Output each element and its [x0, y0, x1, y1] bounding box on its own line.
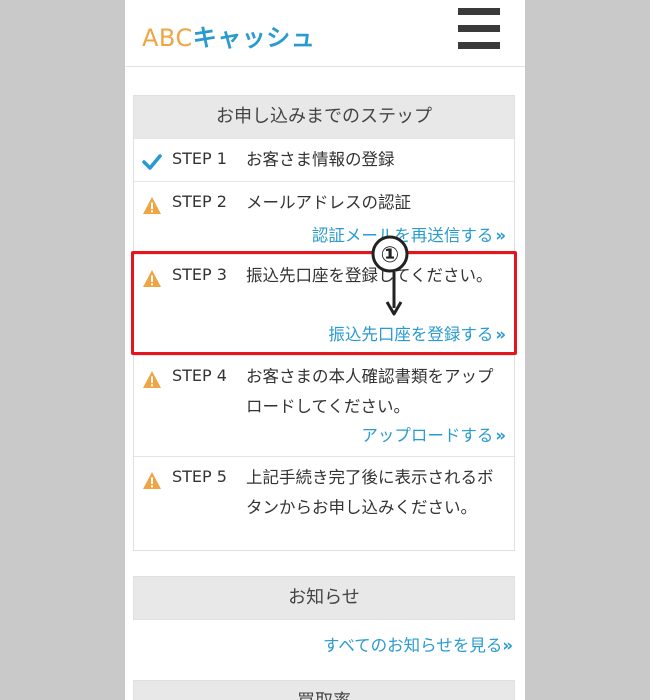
hamburger-menu-icon[interactable]	[458, 8, 500, 50]
step-row-2: STEP 2 メールアドレスの認証 認証メールを再送信する»	[134, 181, 514, 254]
step-text: お客さまの本人確認書類をアップロードしてください。	[246, 367, 494, 416]
logo-abc: ABC	[142, 24, 193, 52]
step-number-badge: ①	[371, 235, 409, 273]
step-label: STEP 1	[172, 149, 227, 168]
register-bank-account-link[interactable]: 振込先口座を登録する»	[328, 321, 506, 345]
steps-panel-title: お申し込みまでのステップ	[134, 96, 514, 138]
double-chevron-right-icon: »	[495, 226, 506, 245]
double-chevron-right-icon: »	[495, 325, 506, 344]
link-label: アップロードする	[361, 426, 494, 445]
step-label: STEP 5	[172, 467, 227, 486]
all-notices-link[interactable]: すべてのお知らせを見る»	[323, 632, 513, 656]
link-label: 振込先口座を登録する	[328, 325, 494, 344]
logo-kana: キャッシュ	[192, 24, 316, 52]
purchase-rate-panel: 買取率	[133, 680, 515, 700]
arrow-down-icon	[385, 272, 403, 316]
step-row-4: STEP 4 お客さまの本人確認書類をアップロードしてください。 アップロードす…	[134, 355, 514, 456]
site-header: ABCキャッシュ	[125, 0, 525, 67]
step-row-1: STEP 1 お客さま情報の登録	[134, 138, 514, 181]
purchase-rate-panel-title: 買取率	[134, 681, 514, 700]
step-row-5: STEP 5 上記手続き完了後に表示されるボタンからお申し込みください。	[134, 456, 514, 554]
double-chevron-right-icon: »	[495, 426, 506, 445]
site-logo[interactable]: ABCキャッシュ	[142, 18, 315, 53]
double-chevron-right-icon: »	[502, 636, 513, 655]
notice-panel: お知らせ	[133, 576, 515, 620]
warning-icon	[143, 197, 161, 214]
checkmark-icon	[142, 154, 162, 170]
step-text: お客さま情報の登録	[246, 150, 395, 169]
notice-panel-title: お知らせ	[134, 577, 514, 619]
badge-number: ①	[381, 243, 400, 268]
upload-documents-link[interactable]: アップロードする»	[361, 422, 506, 446]
steps-panel: お申し込みまでのステップ STEP 1 お客さま情報の登録 STEP 2 メール…	[133, 95, 515, 551]
step-row-3: STEP 3 振込先口座を登録してください。 振込先口座を登録する»	[134, 254, 514, 355]
step-label: STEP 4	[172, 366, 227, 385]
mobile-page: ABCキャッシュ お申し込みまでのステップ STEP 1 お客さま情報の登録 S…	[125, 0, 525, 700]
step-label: STEP 2	[172, 192, 227, 211]
step-text: 上記手続き完了後に表示されるボタンからお申し込みください。	[246, 468, 494, 517]
link-label: すべてのお知らせを見る	[322, 636, 503, 655]
step-label: STEP 3	[172, 265, 227, 284]
step-text: メールアドレスの認証	[246, 193, 411, 212]
warning-icon	[143, 270, 161, 287]
warning-icon	[143, 472, 161, 489]
warning-icon	[143, 371, 161, 388]
